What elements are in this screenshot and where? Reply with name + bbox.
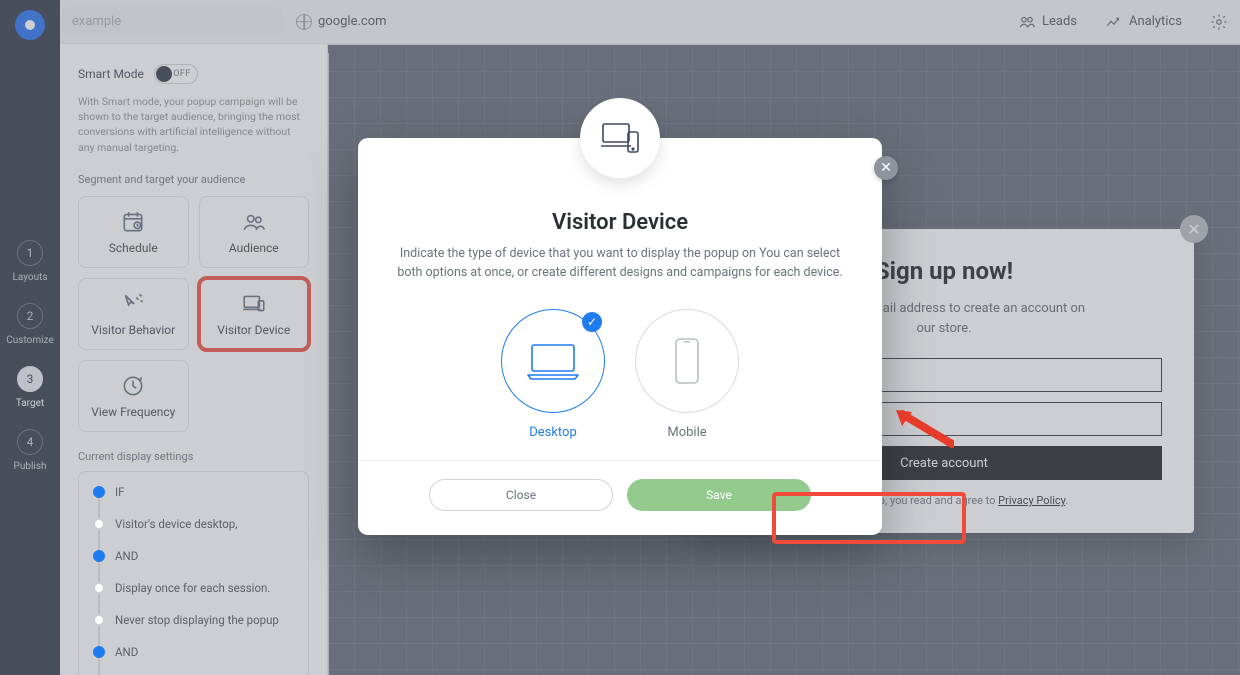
check-icon: ✓ xyxy=(582,312,602,332)
device-option-mobile[interactable]: ✓ Mobile xyxy=(635,309,739,440)
flow-dot xyxy=(93,518,105,530)
phone-icon xyxy=(672,336,702,386)
device-option-desktop[interactable]: ✓ Desktop xyxy=(501,309,605,440)
laptop-icon xyxy=(524,340,582,382)
save-label: Save xyxy=(706,488,732,502)
modal-description: Indicate the type of device that you wan… xyxy=(386,245,854,283)
device-label: Desktop xyxy=(529,425,577,440)
modal-divider xyxy=(358,460,882,461)
modal-header-icon xyxy=(580,98,660,178)
device-label: Mobile xyxy=(667,425,706,440)
modal-title: Visitor Device xyxy=(386,210,854,235)
modal-save-button[interactable]: Save xyxy=(627,479,811,511)
modal-close-button[interactable]: ✕ xyxy=(874,156,898,180)
flow-dot xyxy=(93,550,105,562)
modal-close-action[interactable]: Close xyxy=(429,479,613,511)
devices-icon xyxy=(600,120,640,156)
visitor-device-modal: ✕ Visitor Device Indicate the type of de… xyxy=(358,138,882,535)
flow-dot xyxy=(93,486,105,498)
